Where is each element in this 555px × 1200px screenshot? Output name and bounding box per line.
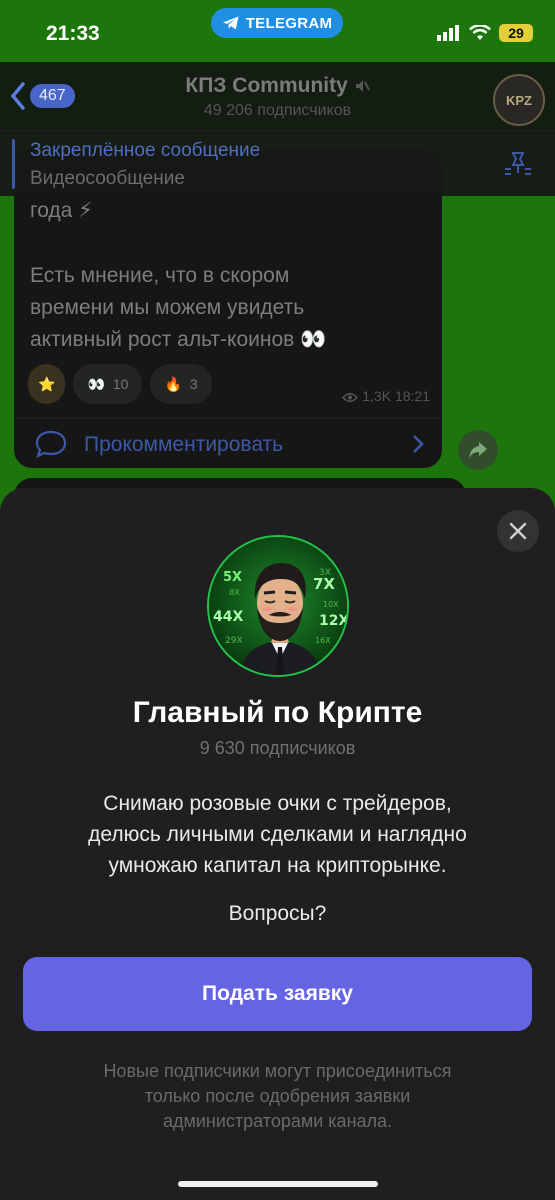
- description-line: Снимаю розовые очки с трейдеров,: [103, 792, 452, 815]
- reactions-row: ⭐ 👀 10 🔥 3: [28, 364, 212, 404]
- view-count: 1,3K: [362, 388, 392, 404]
- share-button[interactable]: [458, 430, 498, 470]
- message-bubble: года ⚡ Есть мнение, что в скором времени…: [14, 150, 442, 468]
- multiplier-label: 10X: [323, 600, 339, 609]
- pinned-message-bar[interactable]: Закреплённое сообщение Видеосообщение: [0, 130, 555, 196]
- submit-request-button[interactable]: Подать заявку: [23, 957, 532, 1031]
- join-request-sheet: 5X 7X 44X 12X 29X 3X 8X 10X 16X Главный …: [0, 488, 555, 1200]
- message-meta: 1,3K 18:21: [342, 388, 430, 404]
- note-line: только после одобрения заявки: [144, 1086, 411, 1106]
- multiplier-label: 29X: [225, 636, 243, 646]
- avatar-text: KPZ: [506, 92, 532, 108]
- comment-button[interactable]: Прокомментировать: [14, 418, 442, 468]
- description-line: умножаю капитал на крипторынке.: [108, 854, 447, 877]
- status-icons: 29: [437, 24, 533, 42]
- message-line: времени мы можем увидеть: [30, 296, 305, 319]
- trader-avatar-image: 5X 7X 44X 12X 29X 3X 8X 10X 16X: [209, 537, 349, 675]
- close-button[interactable]: [497, 510, 539, 552]
- home-indicator[interactable]: [178, 1181, 378, 1187]
- message-line: Есть мнение, что в скором: [30, 264, 290, 287]
- message-line: активный рост альт-коинов 👀: [30, 328, 327, 351]
- chevron-right-icon: [413, 435, 424, 453]
- pill-label: TELEGRAM: [245, 14, 333, 32]
- fire-reaction-icon: 🔥: [164, 375, 182, 392]
- eyes-reaction-icon: 👀: [87, 375, 105, 392]
- wifi-icon: [469, 25, 491, 40]
- multiplier-label: 44X: [213, 609, 243, 625]
- channel-avatar-large: 5X 7X 44X 12X 29X 3X 8X 10X 16X: [207, 535, 349, 677]
- pinned-indicator: [12, 139, 15, 189]
- multiplier-label: 3X: [319, 568, 331, 578]
- channel-title-text: КПЗ Community: [185, 74, 348, 97]
- note-line: администраторами канала.: [162, 1111, 393, 1131]
- eye-icon: [342, 392, 359, 402]
- muted-icon: [355, 80, 370, 93]
- multiplier-label: 5X: [223, 570, 242, 585]
- multiplier-label: 8X: [229, 588, 240, 597]
- message-line: года ⚡: [30, 199, 93, 222]
- message-time: 18:21: [394, 388, 430, 404]
- description-line: делюсь личными сделками и наглядно: [88, 823, 467, 846]
- status-bar: 21:33 TELEGRAM 29: [0, 0, 555, 62]
- approval-note: Новые подписчики могут присоединиться то…: [40, 1059, 515, 1134]
- comment-icon: [35, 430, 67, 459]
- reaction-count: 3: [189, 376, 198, 392]
- channel-avatar[interactable]: KPZ: [493, 74, 545, 126]
- questions-text: Вопросы?: [228, 902, 327, 925]
- multiplier-label: 12X: [319, 613, 349, 629]
- multiplier-label: 16X: [315, 636, 331, 645]
- close-icon: [509, 522, 527, 540]
- chat-header: 467 КПЗ Community 49 206 подписчиков KPZ: [0, 62, 555, 130]
- signal-icon: [437, 25, 459, 41]
- channel-description: Снимаю розовые очки с трейдеров, делюсь …: [20, 788, 535, 881]
- reaction-eyes[interactable]: 👀 10: [73, 364, 143, 404]
- channel-name: Главный по Крипте: [132, 696, 423, 729]
- telegram-pill[interactable]: TELEGRAM: [211, 8, 343, 38]
- telegram-icon: [222, 16, 239, 30]
- share-icon: [469, 442, 487, 458]
- note-line: Новые подписчики могут присоединиться: [103, 1061, 452, 1081]
- battery-indicator: 29: [499, 24, 533, 42]
- reaction-star[interactable]: ⭐: [28, 364, 66, 404]
- pinned-list-icon[interactable]: [503, 151, 533, 177]
- reaction-fire[interactable]: 🔥 3: [150, 364, 212, 404]
- star-reaction-icon: ⭐: [38, 375, 56, 392]
- subscriber-count: 49 206 подписчиков: [203, 102, 352, 119]
- channel-subscribers: 9 630 подписчиков: [199, 738, 356, 758]
- pinned-text: Видеосообщение: [30, 168, 185, 189]
- channel-title[interactable]: КПЗ Community: [0, 74, 555, 98]
- reaction-count: 10: [112, 376, 129, 392]
- pinned-title: Закреплённое сообщение: [30, 140, 261, 161]
- comment-label: Прокомментировать: [84, 433, 284, 456]
- clock: 21:33: [46, 22, 100, 45]
